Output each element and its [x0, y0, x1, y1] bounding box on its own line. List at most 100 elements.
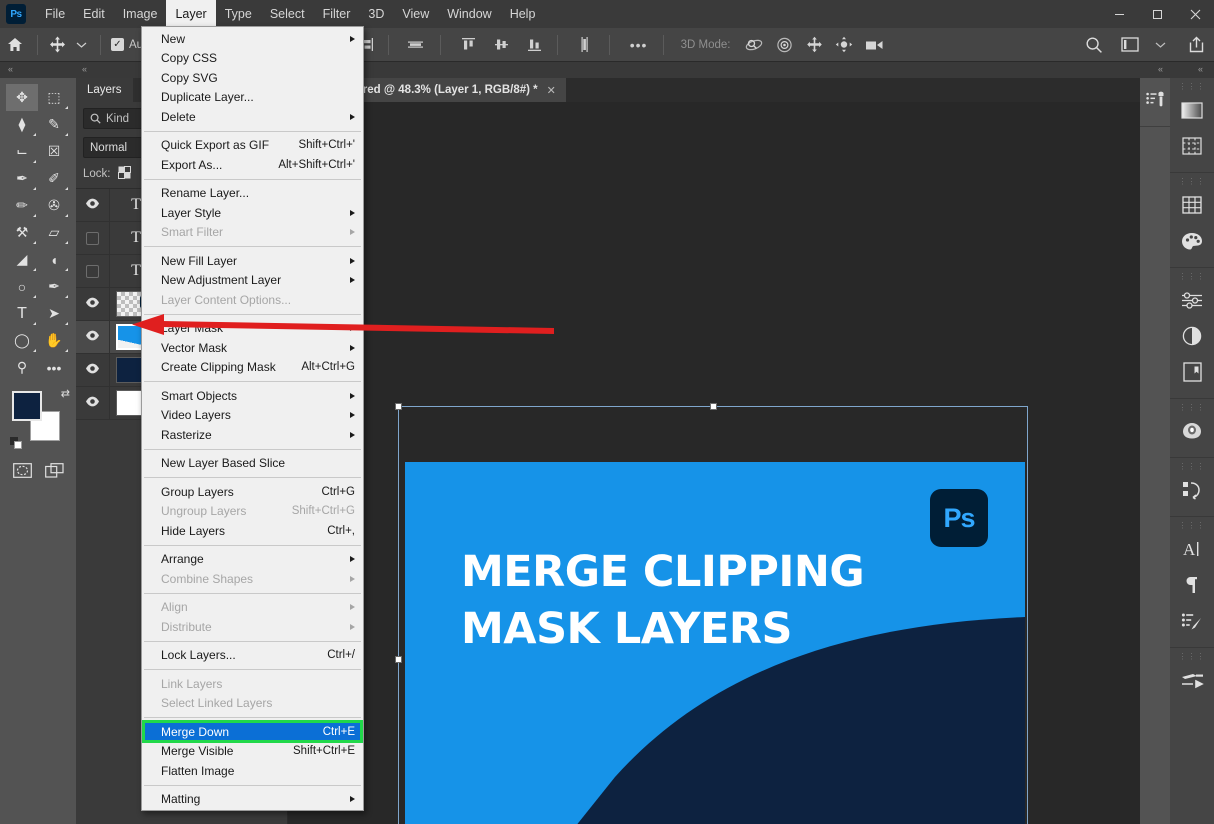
menu-item-group-layers[interactable]: Group Layers Ctrl+G [142, 482, 363, 502]
pan-3d-icon[interactable] [802, 33, 826, 57]
menu-item-merge-visible[interactable]: Merge Visible Shift+Ctrl+E [142, 742, 363, 762]
orbit-3d-icon[interactable] [742, 33, 766, 57]
type-tool[interactable]: T [6, 300, 38, 327]
layer-visibility-toggle[interactable] [76, 189, 110, 221]
close-button[interactable] [1176, 0, 1214, 28]
gradients-panel-icon[interactable] [1170, 92, 1214, 128]
color-panel-icon[interactable] [1170, 223, 1214, 259]
menu-item-quick-export-as-gif[interactable]: Quick Export as GIF Shift+Ctrl+' [142, 136, 363, 156]
menu-item-layer-style[interactable]: Layer Style [142, 203, 363, 223]
close-icon[interactable]: ✕ [547, 84, 556, 97]
menu-item-merge-down[interactable]: Merge Down Ctrl+E [142, 720, 363, 743]
panel-drag-dots[interactable]: ⋮⋮⋮ [1170, 82, 1214, 92]
slide-3d-icon[interactable] [832, 33, 856, 57]
menu-edit[interactable]: Edit [74, 0, 114, 28]
adjustments-panel-icon[interactable] [1170, 282, 1214, 318]
menu-help[interactable]: Help [501, 0, 545, 28]
paragraph-panel-icon[interactable] [1170, 567, 1214, 603]
search-icon[interactable] [1082, 33, 1106, 57]
swap-colors-icon[interactable]: ⇄ [61, 387, 70, 400]
menu-item-new-fill-layer[interactable]: New Fill Layer [142, 251, 363, 271]
menu-item-hide-layers[interactable]: Hide Layers Ctrl+, [142, 521, 363, 541]
menu-view[interactable]: View [393, 0, 438, 28]
screen-mode-icon[interactable] [38, 457, 70, 484]
canvas-stage[interactable]: MERGE CLIPPING MASK LAYERS Ps [288, 102, 1140, 824]
workspace-icon[interactable] [1118, 33, 1142, 57]
panel-drag-dots[interactable]: ⋮⋮⋮ [1170, 521, 1214, 531]
layer-visibility-toggle[interactable] [76, 321, 110, 353]
share-icon[interactable] [1184, 33, 1208, 57]
distribute-horizontally-icon[interactable] [404, 33, 428, 57]
eyedropper-tool[interactable]: ✒ [6, 165, 38, 192]
transform-handle-tl[interactable] [395, 403, 402, 410]
menu-item-arrange[interactable]: Arrange [142, 550, 363, 570]
menu-item-flatten-image[interactable]: Flatten Image [142, 761, 363, 781]
layer-visibility-toggle[interactable] [76, 288, 110, 320]
edit-toolbar-tool[interactable]: ••• [38, 354, 70, 381]
menu-file[interactable]: File [36, 0, 74, 28]
align-top-edges-icon[interactable] [457, 33, 481, 57]
menu-item-copy-css[interactable]: Copy CSS [142, 49, 363, 69]
collapse-rail-right-icon[interactable]: « [1198, 64, 1203, 74]
lasso-tool[interactable]: ⧫ [6, 111, 38, 138]
menu-filter[interactable]: Filter [314, 0, 360, 28]
menu-layer[interactable]: Layer [166, 0, 216, 28]
menu-item-rasterize[interactable]: Rasterize [142, 425, 363, 445]
layer-visibility-toggle[interactable] [76, 354, 110, 386]
actions-panel-icon[interactable] [1170, 472, 1214, 508]
blur-tool[interactable]: ◖ [38, 246, 70, 273]
patterns-panel-icon[interactable] [1170, 128, 1214, 164]
more-options-icon[interactable]: ••• [627, 33, 651, 57]
panel-drag-dots[interactable]: ⋮⋮⋮ [1170, 272, 1214, 282]
move-tool-icon[interactable] [45, 33, 69, 57]
roll-3d-icon[interactable] [772, 33, 796, 57]
panel-drag-dots[interactable]: ⋮⋮⋮ [1170, 462, 1214, 472]
menu-item-new-adjustment-layer[interactable]: New Adjustment Layer [142, 271, 363, 291]
maximize-button[interactable] [1138, 0, 1176, 28]
crop-tool[interactable]: ⌙ [6, 138, 38, 165]
pen-tool[interactable]: ✒ [38, 273, 70, 300]
collapse-toolbar-icon[interactable]: « [8, 64, 13, 74]
spot-healing-brush-tool[interactable]: ✐ [38, 165, 70, 192]
default-colors-icon[interactable] [10, 437, 22, 449]
menu-item-new-layer-based-slice[interactable]: New Layer Based Slice [142, 454, 363, 474]
eraser-tool[interactable]: ▱ [38, 219, 70, 246]
layer-visibility-toggle[interactable] [76, 255, 110, 287]
menu-item-video-layers[interactable]: Video Layers [142, 406, 363, 426]
align-bottom-edges-icon[interactable] [523, 33, 547, 57]
chevron-down-icon[interactable] [1148, 33, 1172, 57]
layer-menu-dropdown[interactable]: New Copy CSS Copy SVG Duplicate Layer... Del… [141, 26, 364, 811]
layer-visibility-toggle[interactable] [76, 387, 110, 419]
layer-visibility-toggle[interactable] [76, 222, 110, 254]
lock-transparent-pixels-icon[interactable] [117, 166, 131, 182]
menu-3d[interactable]: 3D [359, 0, 393, 28]
menu-item-layer-mask[interactable]: Layer Mask [142, 319, 363, 339]
quick-mask-icon[interactable] [6, 457, 38, 484]
tool-preset-chevron-down-icon[interactable] [69, 33, 93, 57]
menu-item-delete[interactable]: Delete [142, 107, 363, 127]
camera-3d-icon[interactable] [862, 33, 887, 57]
frame-tool[interactable]: ☒ [38, 138, 70, 165]
hand-tool[interactable]: ✋ [38, 327, 70, 354]
menu-image[interactable]: Image [114, 0, 167, 28]
layer-comps-panel-icon[interactable] [1170, 318, 1214, 354]
home-icon[interactable] [0, 33, 30, 57]
menu-item-export-as[interactable]: Export As... Alt+Shift+Ctrl+' [142, 155, 363, 175]
align-vertical-centers-icon[interactable] [490, 33, 514, 57]
menu-item-lock-layers[interactable]: Lock Layers... Ctrl+/ [142, 646, 363, 666]
panel-drag-dots[interactable]: ⋮⋮⋮ [1170, 177, 1214, 187]
menu-item-create-clipping-mask[interactable]: Create Clipping Mask Alt+Ctrl+G [142, 358, 363, 378]
object-selection-tool[interactable]: ✎ [38, 111, 70, 138]
swatches-panel-icon[interactable] [1170, 187, 1214, 223]
minimize-button[interactable] [1100, 0, 1138, 28]
collapse-rail-left-icon[interactable]: « [1158, 64, 1163, 74]
brush-settings-panel-icon[interactable] [1170, 662, 1214, 698]
menu-item-matting[interactable]: Matting [142, 790, 363, 810]
history-brush-tool[interactable]: ⚒ [6, 219, 38, 246]
dodge-tool[interactable]: ○ [6, 273, 38, 300]
menu-select[interactable]: Select [261, 0, 314, 28]
properties-panel-icon[interactable] [1140, 82, 1170, 118]
paragraph-styles-panel-icon[interactable] [1170, 603, 1214, 639]
menu-item-rename-layer[interactable]: Rename Layer... [142, 184, 363, 204]
brush-tool[interactable]: ✏ [6, 192, 38, 219]
